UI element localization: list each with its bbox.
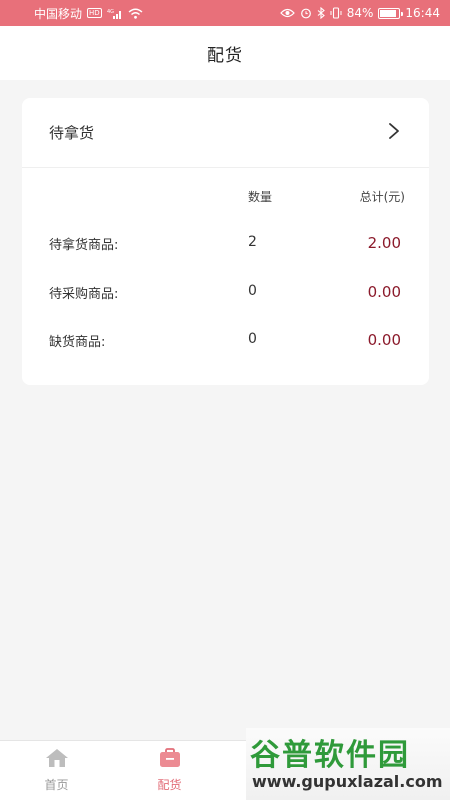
bluetooth-icon bbox=[317, 7, 325, 19]
column-header-total: 总计(元) bbox=[359, 190, 405, 204]
row-total: 0.00 bbox=[367, 283, 401, 301]
home-icon bbox=[45, 748, 69, 771]
watermark-url: www.gupuxlazal.com bbox=[252, 772, 443, 791]
summary-row: 待拿货商品: 2 2.00 bbox=[22, 234, 429, 264]
watermark-logo: 谷普软件园 bbox=[250, 738, 410, 773]
battery-percent: 84% bbox=[346, 6, 374, 20]
chevron-right-icon bbox=[387, 122, 401, 144]
status-left: 中国移动 HD 4G bbox=[34, 5, 143, 22]
clock-time: 16:44 bbox=[405, 6, 440, 20]
row-total: 2.00 bbox=[367, 234, 401, 252]
column-header-qty: 数量 bbox=[248, 190, 273, 204]
vibrate-icon bbox=[330, 7, 342, 19]
status-bar: 中国移动 HD 4G 84% 16:44 bbox=[0, 0, 450, 26]
watermark: 谷普软件园 www.gupuxlazal.com bbox=[246, 728, 450, 800]
tab-label: 首页 bbox=[44, 778, 69, 792]
pickup-summary-card: 待拿货 数量 总计(元) 待拿货商品: 2 2.00 待采购商品: 0 0.00… bbox=[22, 98, 429, 385]
tab-home[interactable]: 首页 bbox=[0, 741, 113, 800]
row-label: 待拿货商品: bbox=[49, 238, 119, 253]
app-header: 配货 bbox=[0, 26, 450, 80]
summary-row: 待采购商品: 0 0.00 bbox=[22, 283, 429, 313]
battery-level bbox=[380, 9, 396, 17]
row-qty: 0 bbox=[248, 283, 257, 299]
signal-icon: 4G bbox=[107, 8, 123, 19]
page-title: 配货 bbox=[207, 45, 243, 66]
tab-distribution[interactable]: 配货 bbox=[113, 741, 226, 800]
alarm-icon bbox=[300, 7, 312, 19]
row-qty: 2 bbox=[248, 234, 257, 250]
carrier-label: 中国移动 bbox=[34, 6, 83, 21]
row-label: 缺货商品: bbox=[49, 335, 106, 350]
tab-label: 配货 bbox=[157, 778, 182, 792]
bag-icon bbox=[158, 748, 182, 771]
wifi-icon bbox=[128, 8, 143, 19]
row-total: 0.00 bbox=[367, 331, 401, 349]
summary-row: 缺货商品: 0 0.00 bbox=[22, 331, 429, 361]
eye-icon bbox=[279, 8, 295, 18]
pending-pickup-link[interactable]: 待拿货 bbox=[22, 98, 429, 168]
battery-icon bbox=[378, 7, 404, 19]
row-label: 待采购商品: bbox=[49, 287, 119, 302]
row-qty: 0 bbox=[248, 331, 257, 347]
svg-text:4G: 4G bbox=[107, 9, 114, 15]
card-title: 待拿货 bbox=[49, 124, 95, 142]
status-right: 84% 16:44 bbox=[279, 6, 440, 20]
hd-badge: HD bbox=[87, 8, 102, 18]
